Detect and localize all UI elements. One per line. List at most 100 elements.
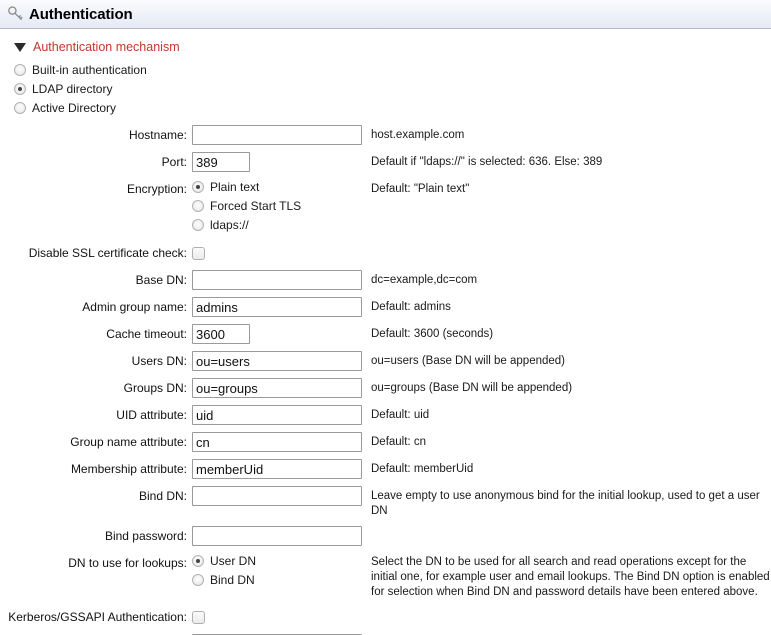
encryption-option-plain-text[interactable]: Plain text (192, 179, 364, 195)
label-bind-password: Bind password: (0, 526, 192, 546)
encryption-radio-group: Plain text Forced Start TLS ldaps:// (192, 179, 364, 236)
help-uid-attribute: Default: uid (364, 405, 771, 423)
help-kerberos-gssapi (364, 607, 771, 610)
triangle-down-icon[interactable] (14, 43, 26, 52)
mechanism-option-active-directory[interactable]: Active Directory (14, 100, 771, 115)
field-row-admin-group-name: Admin group name: Default: admins (0, 297, 771, 317)
label-dn-for-lookups: DN to use for lookups: (0, 553, 192, 573)
page-header: Authentication (0, 0, 771, 29)
field-row-kerberos-gssapi: Kerberos/GSSAPI Authentication: (0, 607, 771, 627)
mechanism-option-builtin[interactable]: Built-in authentication (14, 62, 771, 77)
help-base-dn: dc=example,dc=com (364, 270, 771, 288)
control-admin-group-name (192, 297, 364, 317)
help-dn-for-lookups: Select the DN to be used for all search … (364, 553, 771, 600)
field-row-cache-timeout: Cache timeout: Default: 3600 (seconds) (0, 324, 771, 344)
help-membership-attribute: Default: memberUid (364, 459, 771, 477)
label-membership-attribute: Membership attribute: (0, 459, 192, 479)
mechanism-label-builtin: Built-in authentication (32, 63, 147, 77)
dn-for-lookups-option-user-dn[interactable]: User DN (192, 553, 364, 569)
label-users-dn: Users DN: (0, 351, 192, 371)
dn-for-lookups-radio-group: User DN Bind DN (192, 553, 364, 591)
field-row-uid-attribute: UID attribute: Default: uid (0, 405, 771, 425)
bind-dn-input[interactable] (192, 486, 362, 506)
control-bind-dn (192, 486, 364, 506)
control-bind-password (192, 526, 364, 546)
base-dn-input[interactable] (192, 270, 362, 290)
control-uid-attribute (192, 405, 364, 425)
encryption-label-plain-text: Plain text (210, 180, 259, 194)
help-bind-password (364, 526, 771, 529)
field-row-dn-for-lookups: DN to use for lookups: User DN Bind DN S… (0, 553, 771, 600)
auth-mechanism-group: Built-in authentication LDAP directory A… (14, 62, 771, 115)
label-bind-dn: Bind DN: (0, 486, 192, 506)
field-row-membership-attribute: Membership attribute: Default: memberUid (0, 459, 771, 479)
section-header[interactable]: Authentication mechanism (14, 40, 771, 54)
ldap-settings-form: Hostname: host.example.com Port: Default… (0, 125, 771, 635)
field-row-port: Port: Default if "ldaps://" is selected:… (0, 152, 771, 172)
control-cache-timeout (192, 324, 364, 344)
radio-icon-user-dn[interactable] (192, 555, 204, 567)
label-disable-ssl-check: Disable SSL certificate check: (0, 243, 192, 263)
field-row-bind-dn: Bind DN: Leave empty to use anonymous bi… (0, 486, 771, 519)
label-uid-attribute: UID attribute: (0, 405, 192, 425)
control-group-name-attribute (192, 432, 364, 452)
encryption-option-ldaps[interactable]: ldaps:// (192, 217, 364, 233)
dn-for-lookups-label-bind-dn: Bind DN (210, 573, 255, 587)
label-hostname: Hostname: (0, 125, 192, 145)
field-row-disable-ssl-check: Disable SSL certificate check: (0, 243, 771, 263)
control-base-dn (192, 270, 364, 290)
label-kerberos-gssapi: Kerberos/GSSAPI Authentication: (0, 607, 192, 627)
field-row-bind-password: Bind password: (0, 526, 771, 546)
radio-icon-ldaps[interactable] (192, 219, 204, 231)
radio-icon-ldap[interactable] (14, 83, 26, 95)
field-row-base-dn: Base DN: dc=example,dc=com (0, 270, 771, 290)
help-encryption: Default: "Plain text" (364, 179, 771, 197)
label-cache-timeout: Cache timeout: (0, 324, 192, 344)
key-icon (6, 4, 26, 24)
bind-password-input[interactable] (192, 526, 362, 546)
dn-for-lookups-option-bind-dn[interactable]: Bind DN (192, 572, 364, 588)
port-input[interactable] (192, 152, 250, 172)
control-users-dn (192, 351, 364, 371)
control-kerberos-gssapi (192, 607, 364, 627)
mechanism-option-ldap[interactable]: LDAP directory (14, 81, 771, 96)
help-groups-dn: ou=groups (Base DN will be appended) (364, 378, 771, 396)
control-hostname (192, 125, 364, 145)
help-admin-group-name: Default: admins (364, 297, 771, 315)
control-membership-attribute (192, 459, 364, 479)
radio-icon-active-directory[interactable] (14, 102, 26, 114)
control-groups-dn (192, 378, 364, 398)
field-row-groups-dn: Groups DN: ou=groups (Base DN will be ap… (0, 378, 771, 398)
encryption-option-forced-start-tls[interactable]: Forced Start TLS (192, 198, 364, 214)
radio-icon-forced-start-tls[interactable] (192, 200, 204, 212)
groups-dn-input[interactable] (192, 378, 362, 398)
radio-icon-plain-text[interactable] (192, 181, 204, 193)
mechanism-label-active-directory: Active Directory (32, 101, 116, 115)
membership-attribute-input[interactable] (192, 459, 362, 479)
label-port: Port: (0, 152, 192, 172)
field-row-group-name-attribute: Group name attribute: Default: cn (0, 432, 771, 452)
control-disable-ssl-check (192, 243, 364, 263)
group-name-attribute-input[interactable] (192, 432, 362, 452)
field-row-users-dn: Users DN: ou=users (Base DN will be appe… (0, 351, 771, 371)
encryption-label-forced-start-tls: Forced Start TLS (210, 199, 301, 213)
label-base-dn: Base DN: (0, 270, 192, 290)
help-cache-timeout: Default: 3600 (seconds) (364, 324, 771, 342)
cache-timeout-input[interactable] (192, 324, 250, 344)
help-bind-dn: Leave empty to use anonymous bind for th… (364, 486, 771, 519)
kerberos-gssapi-checkbox[interactable] (192, 611, 205, 624)
section-title: Authentication mechanism (33, 40, 180, 54)
disable-ssl-check-checkbox[interactable] (192, 247, 205, 260)
help-port: Default if "ldaps://" is selected: 636. … (364, 152, 771, 170)
encryption-label-ldaps: ldaps:// (210, 218, 249, 232)
uid-attribute-input[interactable] (192, 405, 362, 425)
page-title: Authentication (29, 6, 133, 23)
radio-icon-builtin[interactable] (14, 64, 26, 76)
users-dn-input[interactable] (192, 351, 362, 371)
help-users-dn: ou=users (Base DN will be appended) (364, 351, 771, 369)
admin-group-name-input[interactable] (192, 297, 362, 317)
hostname-input[interactable] (192, 125, 362, 145)
radio-icon-bind-dn[interactable] (192, 574, 204, 586)
label-encryption: Encryption: (0, 179, 192, 199)
mechanism-label-ldap: LDAP directory (32, 82, 112, 96)
